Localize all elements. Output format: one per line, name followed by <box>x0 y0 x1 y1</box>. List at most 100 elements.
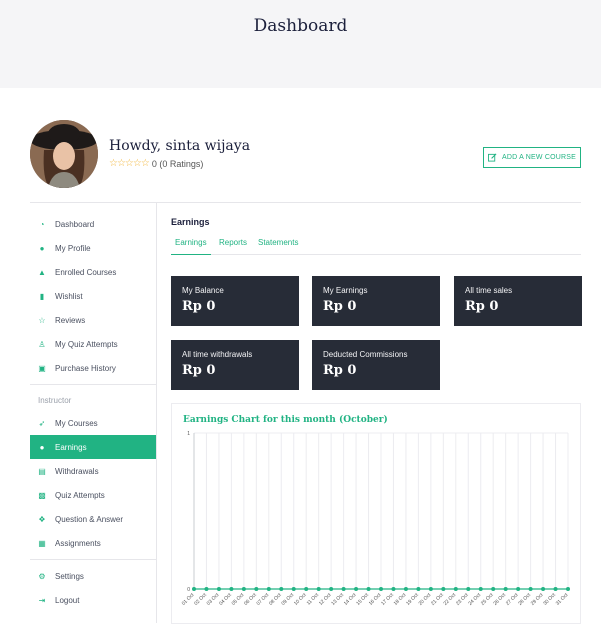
chart-canvas: 0 1 01 Oct02 Oct03 Oct04 Oct05 Oct06 Oct07… <box>181 431 570 607</box>
sidebar-item-label: My Profile <box>55 243 91 253</box>
chart-point <box>216 587 221 591</box>
sidebar-item-my-courses[interactable]: ➶ My Courses <box>30 411 156 435</box>
sidebar-item-enrolled-courses[interactable]: ▲ Enrolled Courses <box>30 260 156 284</box>
chart-point <box>279 587 284 591</box>
chart-x-tick-label: 15 Oct <box>355 592 370 607</box>
sidebar-item-purchase-history[interactable]: ▣ Purchase History <box>30 356 156 380</box>
chart-point <box>516 587 521 591</box>
chart-point <box>204 587 209 591</box>
chart-point <box>304 587 309 591</box>
sidebar-divider <box>30 384 156 385</box>
sidebar-item-logout[interactable]: ⇥ Logout <box>30 588 156 612</box>
chart-x-tick-label: 21 Oct <box>430 592 445 607</box>
sidebar-heading-instructor: Instructor <box>38 396 72 405</box>
chart-x-tick-label: 31 Oct <box>555 592 570 607</box>
bookmark-icon: ▮ <box>39 291 45 301</box>
chart-x-tick-label: 24 Oct <box>467 592 482 607</box>
earnings-card: My Earnings Rp 0 <box>312 276 440 326</box>
sales-card: All time sales Rp 0 <box>454 276 582 326</box>
wallet-icon: ▤ <box>38 466 46 476</box>
chart-point <box>266 587 271 591</box>
chart-point <box>528 587 533 591</box>
sidebar-item-label: Withdrawals <box>55 466 99 476</box>
chart-x-tick-label: 29 Oct <box>530 592 545 607</box>
chart-x-tick-label: 13 Oct <box>330 592 345 607</box>
chart-point <box>428 587 433 591</box>
chart-x-tick-label: 22 Oct <box>443 592 458 607</box>
chart-x-tick-label: 01 Oct <box>181 592 196 607</box>
sidebar-item-my-profile[interactable]: ● My Profile <box>30 236 156 260</box>
card-label: All time sales <box>465 286 513 295</box>
chart-point <box>316 587 321 591</box>
user-icon: ● <box>39 243 45 253</box>
chart-x-tick-label: 09 Oct <box>280 592 295 607</box>
rating-text: 0 (0 Ratings) <box>151 158 204 169</box>
chart-point <box>566 587 570 591</box>
chart-point <box>291 587 296 591</box>
sidebar-item-label: My Quiz Attempts <box>55 339 118 349</box>
sidebar-item-withdrawals[interactable]: ▤ Withdrawals <box>30 459 156 483</box>
chart-point <box>453 587 458 591</box>
chart-x-tick-label: 07 Oct <box>256 592 271 607</box>
chart-x-tick-label: 30 Oct <box>542 592 557 607</box>
rating-stars-icon: ☆☆☆☆☆ <box>109 158 150 169</box>
chart-y-tick-label: 1 <box>187 431 190 437</box>
sidebar-item-earnings[interactable]: ● Earnings <box>30 435 156 459</box>
sidebar-item-question-answer[interactable]: ❖ Question & Answer <box>30 507 156 531</box>
add-course-button[interactable]: ADD A NEW COURSE <box>483 147 581 168</box>
chart-point <box>241 587 246 591</box>
card-label: My Balance <box>182 286 224 295</box>
tab-reports[interactable]: Reports <box>219 236 247 255</box>
tab-earnings[interactable]: Earnings <box>171 236 211 255</box>
sidebar-item-reviews[interactable]: ☆ Reviews <box>30 308 156 332</box>
sidebar-item-settings[interactable]: ⚙ Settings <box>30 564 156 588</box>
sidebar-item-label: My Courses <box>55 418 98 428</box>
chart-point <box>229 587 234 591</box>
chart-point <box>254 587 259 591</box>
chart-x-tick-label: 03 Oct <box>206 592 221 607</box>
sidebar-item-label: Question & Answer <box>55 514 124 524</box>
cart-icon: ▣ <box>38 363 46 373</box>
chart-x-tick-label: 26 Oct <box>492 592 507 607</box>
assignment-icon: ▦ <box>38 538 46 548</box>
avatar <box>30 120 98 188</box>
chart-point <box>379 587 383 591</box>
chart-point <box>553 587 558 591</box>
sidebar-item-wishlist[interactable]: ▮ Wishlist <box>30 284 156 308</box>
sidebar-item-my-quiz-attempts[interactable]: ♙ My Quiz Attempts <box>30 332 156 356</box>
sidebar-item-label: Assignments <box>55 538 101 548</box>
sidebar-item-assignments[interactable]: ▦ Assignments <box>30 531 156 555</box>
sidebar-item-label: Quiz Attempts <box>55 490 105 500</box>
card-label: All time withdrawals <box>182 350 253 359</box>
card-label: My Earnings <box>323 286 368 295</box>
chart-point <box>329 587 334 591</box>
rocket-icon: ➶ <box>38 418 46 428</box>
page-header: Dashboard <box>0 0 601 88</box>
sidebar-item-label: Dashboard <box>55 219 95 229</box>
card-value: Rp 0 <box>182 363 216 378</box>
sidebar: ◔ Dashboard ● My Profile ▲ Enrolled Cour… <box>30 203 157 623</box>
chart-x-tick-label: 23 Oct <box>455 592 470 607</box>
chart-point <box>466 587 471 591</box>
chart-point <box>354 587 359 591</box>
chart-x-tick-label: 20 Oct <box>418 592 433 607</box>
sidebar-item-dashboard[interactable]: ◔ Dashboard <box>30 212 156 236</box>
commissions-card: Deducted Commissions Rp 0 <box>312 340 440 390</box>
chart-x-tick-label: 06 Oct <box>243 592 258 607</box>
quiz-check-icon: ▩ <box>38 490 46 500</box>
sidebar-item-quiz-attempts[interactable]: ▩ Quiz Attempts <box>30 483 156 507</box>
card-value: Rp 0 <box>465 299 499 314</box>
add-course-label: ADD A NEW COURSE <box>502 154 576 161</box>
chart-x-tick-label: 08 Oct <box>268 592 283 607</box>
tab-statements[interactable]: Statements <box>258 236 298 255</box>
quiz-icon: ♙ <box>38 339 46 349</box>
chart-point <box>341 587 346 591</box>
chart-x-tick-label: 17 Oct <box>380 592 395 607</box>
rating: ☆☆☆☆☆ 0 (0 Ratings) <box>109 158 203 169</box>
coin-icon: ● <box>39 442 45 452</box>
chart-point <box>491 587 496 591</box>
card-value: Rp 0 <box>182 299 216 314</box>
chart-x-tick-label: 19 Oct <box>405 592 420 607</box>
earnings-chart: Earnings Chart for this month (October) … <box>171 403 581 624</box>
star-icon: ☆ <box>38 315 46 325</box>
